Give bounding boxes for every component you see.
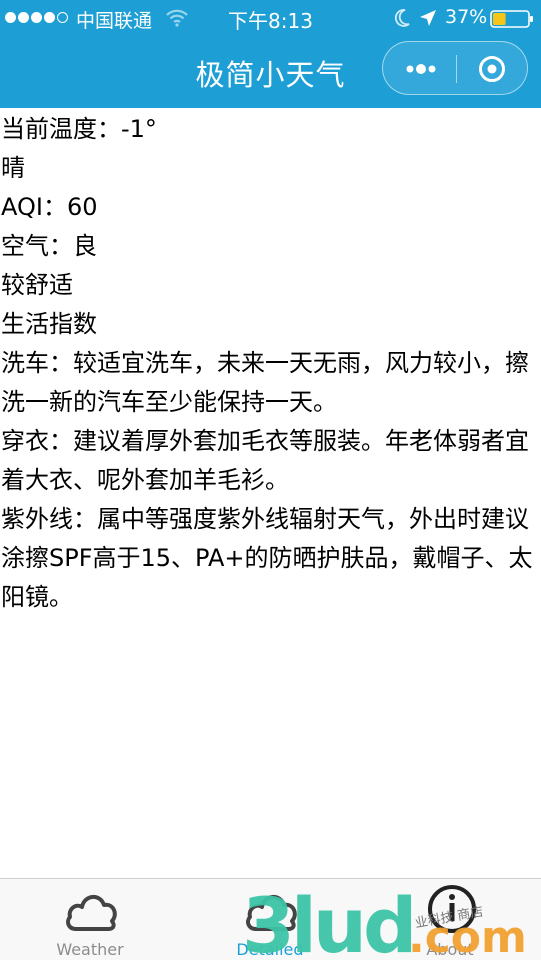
comfort-level: 较舒适	[1, 271, 73, 299]
tab-about[interactable]: About	[360, 879, 540, 960]
current-temperature: 当前温度：-1°	[1, 115, 157, 143]
cloud-icon	[244, 883, 300, 939]
air-quality: 空气：良	[1, 232, 97, 260]
life-index-heading: 生活指数	[1, 310, 97, 338]
aqi-value: AQI：60	[1, 193, 98, 221]
info-icon	[424, 883, 480, 939]
location-arrow-icon	[419, 9, 437, 32]
close-mini-program-icon[interactable]	[478, 55, 506, 87]
tab-bar: Weather Detailed About	[0, 878, 541, 960]
more-options-icon[interactable]	[405, 61, 437, 81]
battery-percentage: 37%	[445, 6, 488, 28]
cloud-icon	[64, 883, 120, 939]
tab-label: About	[426, 940, 474, 959]
capsule-divider	[456, 55, 457, 83]
status-bar: 中国联通 下午8:13 37%	[0, 0, 541, 36]
tab-label: Detailed	[236, 940, 304, 959]
car-wash-index: 洗车：较适宜洗车，未来一天无雨，风力较小，擦洗一新的汽车至少能保持一天。	[1, 349, 529, 416]
tab-detailed[interactable]: Detailed	[180, 879, 360, 960]
header: 中国联通 下午8:13 37% 极简小天气	[0, 0, 541, 108]
weather-condition: 晴	[1, 154, 25, 182]
dressing-index: 穿衣：建议着厚外套加毛衣等服装。年老体弱者宜着大衣、呢外套加羊毛衫。	[1, 427, 529, 494]
battery-icon	[490, 10, 534, 33]
app-screen: 中国联通 下午8:13 37% 极简小天气 当前温度：-1° 晴 AQI：60 …	[0, 0, 541, 960]
tab-weather[interactable]: Weather	[0, 879, 180, 960]
moon-icon	[393, 8, 411, 33]
weather-detail-content: 当前温度：-1° 晴 AQI：60 空气：良 较舒适 生活指数 洗车：较适宜洗车…	[1, 110, 538, 617]
mini-program-capsule	[382, 41, 528, 95]
uv-index: 紫外线：属中等强度紫外线辐射天气，外出时建议涂擦SPF高于15、PA+的防晒护肤…	[1, 505, 533, 611]
tab-label: Weather	[56, 940, 124, 959]
